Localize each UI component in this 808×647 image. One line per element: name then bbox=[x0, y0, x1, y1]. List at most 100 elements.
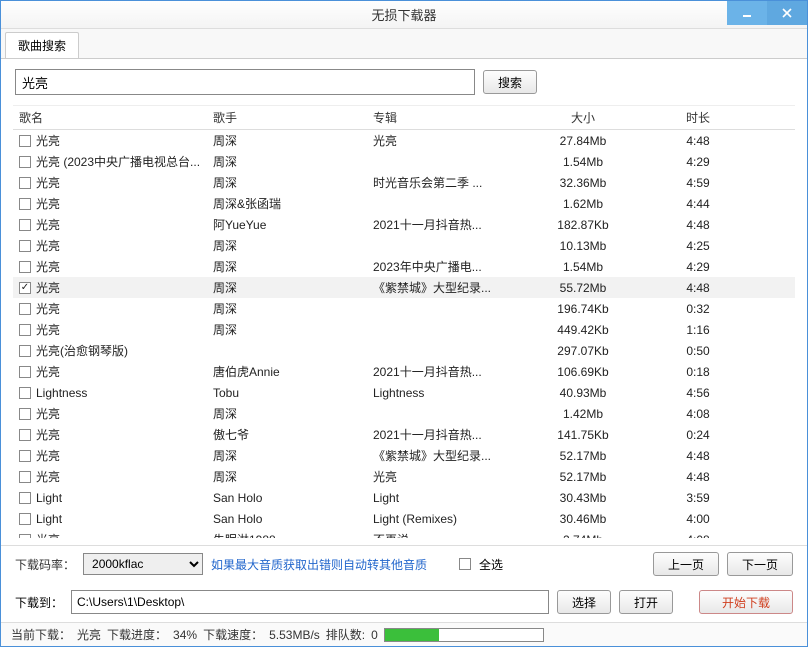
row-artist: 阿YueYue bbox=[213, 216, 373, 233]
row-name: 光亮 bbox=[36, 468, 60, 485]
table-row[interactable]: LightSan HoloLight (Remixes)30.46Mb4:00 bbox=[13, 508, 795, 529]
row-name: Light bbox=[36, 512, 62, 526]
row-artist: 周深 bbox=[213, 153, 373, 170]
table-row[interactable]: 光亮周深449.42Kb1:16 bbox=[13, 319, 795, 340]
row-checkbox[interactable] bbox=[19, 429, 31, 441]
row-artist: 周深 bbox=[213, 468, 373, 485]
table-row[interactable]: 光亮失眠淋1988不再说2.74Mb4:08 bbox=[13, 529, 795, 538]
progress-bar bbox=[385, 629, 439, 641]
start-download-button[interactable]: 开始下载 bbox=[699, 590, 793, 614]
table-row[interactable]: 光亮周深10.13Mb4:25 bbox=[13, 235, 795, 256]
row-artist: 周深 bbox=[213, 321, 373, 338]
row-checkbox[interactable] bbox=[19, 345, 31, 357]
row-duration: 1:16 bbox=[643, 323, 753, 337]
row-checkbox[interactable] bbox=[19, 282, 31, 294]
row-name: 光亮 bbox=[36, 195, 60, 212]
select-all-label: 全选 bbox=[479, 556, 503, 573]
prev-page-button[interactable]: 上一页 bbox=[653, 552, 719, 576]
table-row[interactable]: 光亮周深196.74Kb0:32 bbox=[13, 298, 795, 319]
row-name: 光亮 bbox=[36, 363, 60, 380]
col-header-duration[interactable]: 时长 bbox=[643, 109, 753, 126]
row-checkbox[interactable] bbox=[19, 408, 31, 420]
col-header-size[interactable]: 大小 bbox=[523, 109, 643, 126]
row-name: 光亮 bbox=[36, 321, 60, 338]
row-checkbox[interactable] bbox=[19, 471, 31, 483]
table-row[interactable]: LightSan HoloLight30.43Mb3:59 bbox=[13, 487, 795, 508]
path-input[interactable] bbox=[71, 590, 549, 614]
col-header-album[interactable]: 专辑 bbox=[373, 109, 523, 126]
row-checkbox[interactable] bbox=[19, 450, 31, 462]
row-size: 2.74Mb bbox=[523, 533, 643, 539]
row-name: 光亮 (2023中央广播电视总台... bbox=[36, 153, 200, 170]
row-checkbox[interactable] bbox=[19, 366, 31, 378]
minimize-button[interactable] bbox=[727, 1, 767, 25]
tab-search[interactable]: 歌曲搜索 bbox=[5, 32, 79, 58]
close-button[interactable] bbox=[767, 1, 807, 25]
row-checkbox[interactable] bbox=[19, 156, 31, 168]
status-speed: 5.53MB/s bbox=[269, 628, 320, 642]
row-name: Light bbox=[36, 491, 62, 505]
table-row[interactable]: 光亮周深&张函瑞1.62Mb4:44 bbox=[13, 193, 795, 214]
select-all-checkbox[interactable] bbox=[459, 558, 471, 570]
row-artist: 周深 bbox=[213, 447, 373, 464]
row-name: 光亮 bbox=[36, 279, 60, 296]
row-checkbox[interactable] bbox=[19, 513, 31, 525]
table-row[interactable]: 光亮周深光亮52.17Mb4:48 bbox=[13, 466, 795, 487]
table-row[interactable]: 光亮阿YueYue2021十一月抖音热...182.87Kb4:48 bbox=[13, 214, 795, 235]
row-artist: 周深 bbox=[213, 405, 373, 422]
col-header-artist[interactable]: 歌手 bbox=[213, 109, 373, 126]
row-artist: 傲七爷 bbox=[213, 426, 373, 443]
table-row[interactable]: 光亮周深2023年中央广播电...1.54Mb4:29 bbox=[13, 256, 795, 277]
row-checkbox[interactable] bbox=[19, 219, 31, 231]
table-row[interactable]: LightnessTobuLightness40.93Mb4:56 bbox=[13, 382, 795, 403]
table-row[interactable]: 光亮周深时光音乐会第二季 ...32.36Mb4:59 bbox=[13, 172, 795, 193]
row-size: 27.84Mb bbox=[523, 134, 643, 148]
row-duration: 4:44 bbox=[643, 197, 753, 211]
row-size: 182.87Kb bbox=[523, 218, 643, 232]
next-page-button[interactable]: 下一页 bbox=[727, 552, 793, 576]
row-checkbox[interactable] bbox=[19, 198, 31, 210]
choose-path-button[interactable]: 选择 bbox=[557, 590, 611, 614]
row-size: 55.72Mb bbox=[523, 281, 643, 295]
col-header-name[interactable]: 歌名 bbox=[13, 109, 213, 126]
open-path-button[interactable]: 打开 bbox=[619, 590, 673, 614]
table-row[interactable]: 光亮周深《紫禁城》大型纪录...55.72Mb4:48 bbox=[13, 277, 795, 298]
table-row[interactable]: 光亮周深1.42Mb4:08 bbox=[13, 403, 795, 424]
table-row[interactable]: 光亮(治愈钢琴版)297.07Kb0:50 bbox=[13, 340, 795, 361]
row-name: 光亮 bbox=[36, 405, 60, 422]
row-duration: 4:48 bbox=[643, 218, 753, 232]
row-duration: 4:48 bbox=[643, 281, 753, 295]
row-album: Light (Remixes) bbox=[373, 512, 523, 526]
row-duration: 4:56 bbox=[643, 386, 753, 400]
table-body[interactable]: 光亮周深光亮27.84Mb4:48光亮 (2023中央广播电视总台...周深1.… bbox=[13, 130, 795, 538]
row-duration: 4:08 bbox=[643, 407, 753, 421]
row-checkbox[interactable] bbox=[19, 135, 31, 147]
row-checkbox[interactable] bbox=[19, 177, 31, 189]
window-buttons bbox=[727, 1, 807, 25]
path-label: 下载到： bbox=[15, 594, 63, 611]
row-checkbox[interactable] bbox=[19, 534, 31, 539]
search-input[interactable] bbox=[15, 69, 475, 95]
row-checkbox[interactable] bbox=[19, 261, 31, 273]
row-artist: Tobu bbox=[213, 386, 373, 400]
row-checkbox[interactable] bbox=[19, 324, 31, 336]
table-row[interactable]: 光亮唐伯虎Annie2021十一月抖音热...106.69Kb0:18 bbox=[13, 361, 795, 382]
row-size: 1.62Mb bbox=[523, 197, 643, 211]
row-checkbox[interactable] bbox=[19, 303, 31, 315]
row-checkbox[interactable] bbox=[19, 492, 31, 504]
table-row[interactable]: 光亮周深《紫禁城》大型纪录...52.17Mb4:48 bbox=[13, 445, 795, 466]
row-album: 2021十一月抖音热... bbox=[373, 216, 523, 233]
row-album: 2023年中央广播电... bbox=[373, 258, 523, 275]
bitrate-label: 下载码率： bbox=[15, 556, 75, 573]
table-row[interactable]: 光亮 (2023中央广播电视总台...周深1.54Mb4:29 bbox=[13, 151, 795, 172]
row-checkbox[interactable] bbox=[19, 240, 31, 252]
bitrate-select[interactable]: 2000kflac bbox=[83, 553, 203, 575]
row-artist: San Holo bbox=[213, 491, 373, 505]
table-row[interactable]: 光亮周深光亮27.84Mb4:48 bbox=[13, 130, 795, 151]
row-duration: 0:24 bbox=[643, 428, 753, 442]
row-duration: 4:08 bbox=[643, 533, 753, 539]
table-row[interactable]: 光亮傲七爷2021十一月抖音热...141.75Kb0:24 bbox=[13, 424, 795, 445]
row-checkbox[interactable] bbox=[19, 387, 31, 399]
tab-bar: 歌曲搜索 bbox=[1, 29, 807, 59]
search-button[interactable]: 搜索 bbox=[483, 70, 537, 94]
